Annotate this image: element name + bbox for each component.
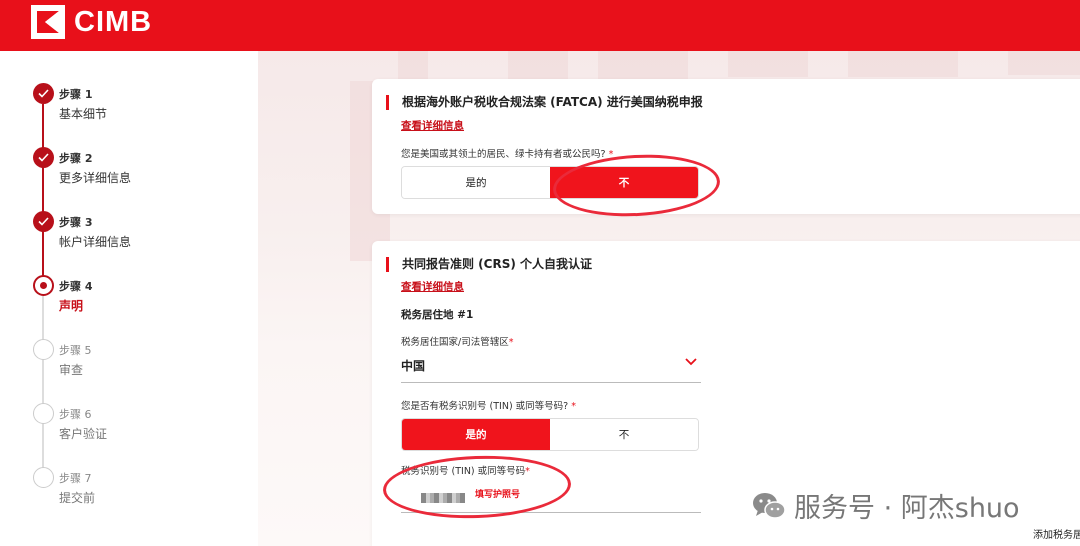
cimb-logo[interactable]: CIMB (31, 5, 152, 39)
step-number: 步骤 2 (59, 152, 93, 165)
step-label: 声明 (59, 299, 84, 313)
tin-question-text: 您是否有税务识别号 (TIN) 或同等号码? (401, 401, 569, 412)
step-number: 步骤 6 (59, 408, 92, 421)
fatca-question: 您是美国或其领土的居民、绿卡持有者或公民吗? * (401, 146, 613, 160)
add-tax-residence-link[interactable]: 添加税务居 (1033, 526, 1080, 541)
tax-residence-heading: 税务居住地 #1 (401, 309, 474, 321)
pending-step-icon (33, 403, 54, 424)
step-label: 客户验证 (59, 427, 108, 441)
tin-answer-toggle[interactable]: 是的 不 (401, 418, 699, 451)
fatca-title: 根据海外账户税收合规法案 (FATCA) 进行美国纳税申报 (386, 95, 703, 110)
step-label: 审查 (59, 363, 84, 377)
step-label: 更多详细信息 (59, 171, 132, 185)
check-icon (33, 211, 54, 232)
step-3[interactable]: 步骤 3 帐户详细信息 (33, 211, 243, 259)
tin-question: 您是否有税务识别号 (TIN) 或同等号码? * (401, 398, 576, 412)
chevron-down-icon (685, 358, 697, 366)
step-number: 步骤 4 (59, 280, 93, 293)
fatca-yes-option[interactable]: 是的 (402, 167, 550, 198)
current-step-icon (33, 275, 54, 296)
cimb-logo-icon (31, 5, 65, 39)
step-number: 步骤 7 (59, 472, 92, 485)
step-number: 步骤 1 (59, 88, 93, 101)
step-4[interactable]: 步骤 4 声明 (33, 275, 243, 323)
step-label: 提交前 (59, 491, 96, 505)
country-select-value: 中国 (401, 359, 426, 373)
pending-step-icon (33, 339, 54, 360)
header-bar: CIMB (0, 0, 1080, 51)
step-7: 步骤 7 提交前 (33, 467, 243, 515)
fatca-details-link[interactable]: 查看详细信息 (401, 118, 464, 133)
crs-details-link[interactable]: 查看详细信息 (401, 279, 464, 294)
step-5: 步骤 5 审查 (33, 339, 243, 387)
fatca-card: 根据海外账户税收合规法案 (FATCA) 进行美国纳税申报 查看详细信息 您是美… (372, 79, 1080, 214)
tin-no-option[interactable]: 不 (550, 419, 698, 450)
pending-step-icon (33, 467, 54, 488)
check-icon (33, 83, 54, 104)
required-marker: * (571, 401, 576, 412)
stepper-line-pending (42, 296, 44, 486)
step-number: 步骤 5 (59, 344, 92, 357)
check-icon (33, 147, 54, 168)
wechat-watermark: 服务号 · 阿杰shuo (752, 486, 1020, 525)
watermark-text: 服务号 · 阿杰shuo (794, 493, 1020, 524)
step-label: 基本细节 (59, 107, 108, 121)
step-number: 步骤 3 (59, 216, 93, 229)
step-6: 步骤 6 客户验证 (33, 403, 243, 451)
stepper-line-complete (42, 104, 44, 294)
step-1[interactable]: 步骤 1 基本细节 (33, 83, 243, 131)
country-select[interactable]: 中国 (401, 346, 701, 383)
tin-yes-option[interactable]: 是的 (402, 419, 550, 450)
crs-title: 共同报告准则 (CRS) 个人自我认证 (386, 257, 592, 272)
step-2[interactable]: 步骤 2 更多详细信息 (33, 147, 243, 195)
step-label: 帐户详细信息 (59, 235, 132, 249)
brand-name: CIMB (74, 5, 153, 38)
wechat-icon (752, 492, 786, 520)
fatca-question-text: 您是美国或其领土的居民、绿卡持有者或公民吗? (401, 149, 606, 160)
